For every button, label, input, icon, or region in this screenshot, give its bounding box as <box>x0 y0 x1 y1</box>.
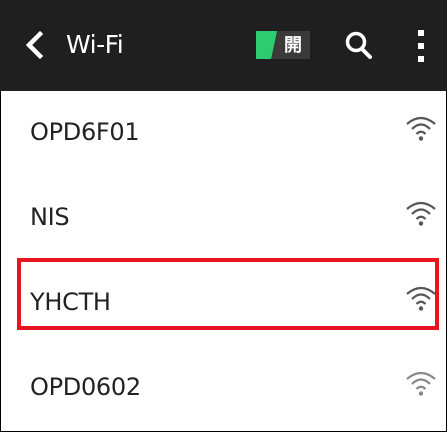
network-ssid: OPD6F01 <box>30 118 140 146</box>
network-row[interactable]: OPD0602 <box>0 346 447 431</box>
network-ssid: NIS <box>30 203 70 231</box>
selection-highlight-box <box>17 258 439 330</box>
wifi-toggle[interactable]: 開 <box>256 31 310 59</box>
toggle-on-indicator <box>256 31 277 59</box>
network-row[interactable]: OPD6F01 <box>0 91 447 176</box>
app-bar: Wi-Fi 開 <box>0 0 447 91</box>
wifi-signal-icon <box>406 371 436 396</box>
wifi-signal-icon <box>406 201 436 226</box>
page-title: Wi-Fi <box>66 30 124 59</box>
toggle-label: 開 <box>284 35 302 55</box>
wifi-signal-icon <box>406 116 436 141</box>
search-icon[interactable] <box>344 29 374 61</box>
network-row[interactable]: NIS <box>0 176 447 261</box>
chevron-left-icon[interactable] <box>22 28 50 62</box>
more-vert-icon[interactable] <box>414 28 428 64</box>
network-ssid: OPD0602 <box>30 373 141 401</box>
